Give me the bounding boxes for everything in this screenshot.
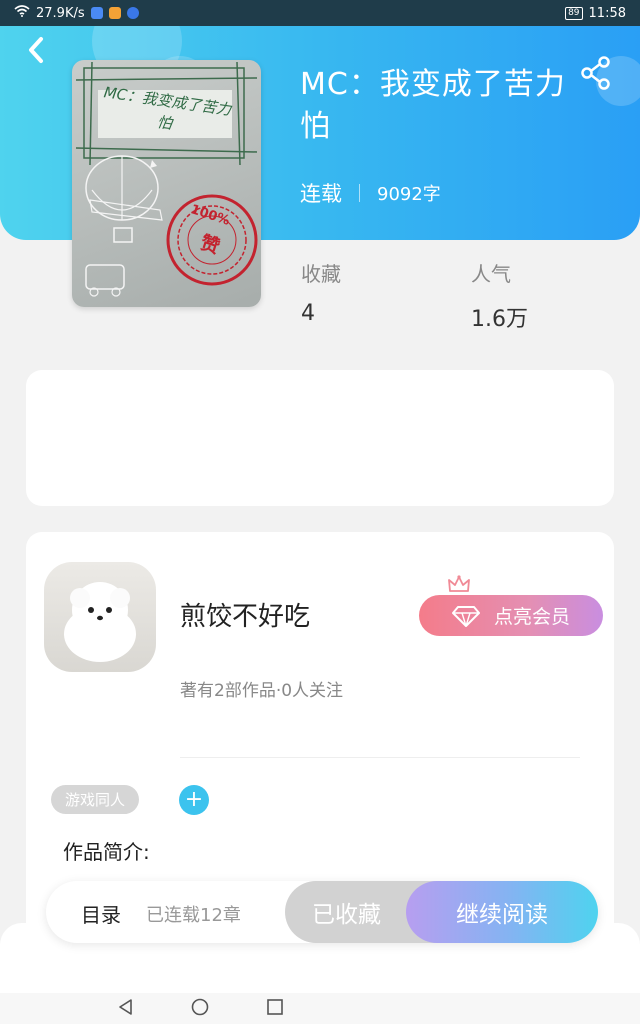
wifi-icon <box>14 5 30 21</box>
vip-label: 点亮会员 <box>493 606 570 628</box>
word-count: 9092字 <box>377 184 441 205</box>
share-icon <box>581 56 610 90</box>
app-notification-icon <box>90 7 103 19</box>
serial-status: 连载 <box>300 182 342 206</box>
add-tag-button[interactable]: + <box>179 785 209 815</box>
book-cover[interactable]: MC：我变成了苦力怕 100% 赞 <box>72 60 261 307</box>
nav-recent-icon[interactable] <box>265 997 285 1017</box>
divider <box>180 757 580 758</box>
app-notification-icon <box>126 7 139 19</box>
intro-label: 作品简介: <box>63 840 150 864</box>
app-notification-icon <box>108 7 121 19</box>
stat-favorites: 收藏 4 <box>301 258 341 326</box>
system-nav-bar <box>0 993 640 1024</box>
collected-label: 已收藏 <box>312 902 381 928</box>
book-meta: 连载 9092字 <box>300 178 441 208</box>
author-name[interactable]: 煎饺不好吃 <box>180 596 310 633</box>
stat-value: 4 <box>301 301 315 326</box>
status-bar: 27.9K/s 89 11:58 <box>0 0 640 26</box>
stat-popularity: 人气 1.6万 <box>471 258 528 333</box>
continue-reading-button[interactable]: 继续阅读 <box>406 881 598 943</box>
stat-label: 人气 <box>471 262 511 286</box>
empty-card <box>26 370 614 506</box>
divider <box>359 184 360 202</box>
toc-button[interactable]: 目录 <box>81 899 121 928</box>
share-button[interactable] <box>580 56 616 92</box>
stat-label: 收藏 <box>301 262 341 286</box>
nav-back-icon[interactable] <box>116 997 136 1017</box>
chapter-count: 已连载12章 <box>146 905 241 926</box>
battery-indicator: 89 <box>565 6 583 20</box>
action-bar: 目录 已连载12章 已收藏 继续阅读 <box>46 881 598 943</box>
tag-game-fanfic[interactable]: 游戏同人 <box>51 785 140 814</box>
stat-value: 1.6万 <box>471 307 528 332</box>
avatar[interactable] <box>44 562 156 672</box>
author-summary: 著有2部作品·0人关注 <box>180 681 344 701</box>
nav-home-icon[interactable] <box>190 997 210 1017</box>
diamond-icon <box>451 605 480 627</box>
vip-button[interactable]: 点亮会员 <box>419 595 603 636</box>
book-title: MC：我变成了苦力怕 <box>300 67 566 144</box>
crown-icon <box>448 575 470 592</box>
net-speed: 27.9K/s <box>36 5 85 21</box>
clock: 11:58 <box>588 5 626 21</box>
back-button[interactable] <box>18 32 54 68</box>
back-icon <box>29 37 43 63</box>
